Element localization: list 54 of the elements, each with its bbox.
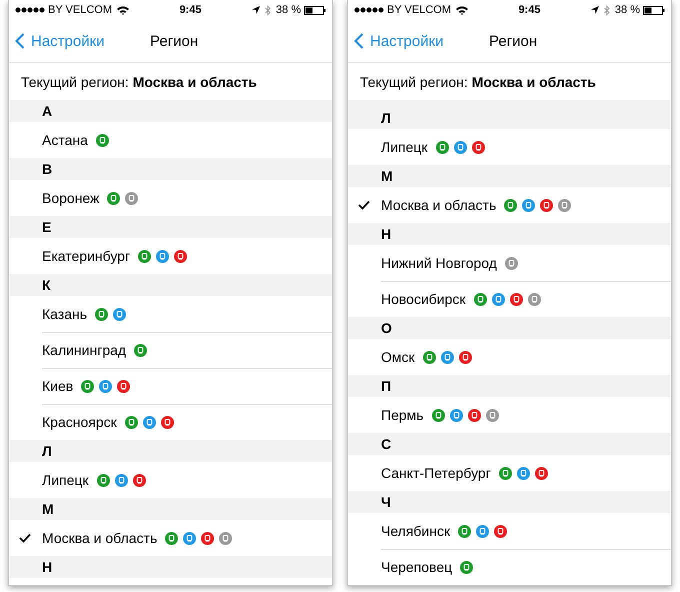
current-region-text: Текущий регион: Москва и область [21, 74, 257, 90]
section-header: Ч [348, 491, 671, 513]
location-arrow-icon [252, 6, 260, 14]
region-row[interactable]: Новосибирск [348, 281, 671, 317]
section-header: С [348, 433, 671, 455]
region-row[interactable]: Челябинск [348, 513, 671, 549]
region-row[interactable]: Воронеж [9, 180, 332, 216]
region-row[interactable]: Череповец [348, 549, 671, 585]
region-row[interactable]: Казань [9, 296, 332, 332]
region-row[interactable]: Москва и область [9, 520, 332, 556]
region-row[interactable]: Красноярск [9, 404, 332, 440]
section-header: О [348, 317, 671, 339]
section-header: Л [348, 107, 671, 129]
wifi-icon [117, 6, 129, 14]
section-header: Е [9, 216, 332, 238]
region-row[interactable]: Астана [9, 122, 332, 158]
signal-icon [354, 7, 384, 13]
region-row[interactable]: Пермь [348, 397, 671, 433]
section-header: Н [9, 556, 332, 578]
battery-icon [642, 6, 665, 14]
region-row[interactable]: Липецк [348, 129, 671, 165]
bluetooth-icon [264, 4, 271, 16]
location-arrow-icon [590, 6, 599, 14]
screen-title: Регион [150, 32, 198, 50]
screen-title: Регион [489, 32, 538, 50]
region-row[interactable]: Екатеринбург [9, 238, 332, 274]
carrier-name: BY VELCOM [48, 4, 112, 16]
section-header: М [348, 165, 671, 187]
section-header: А [9, 100, 332, 122]
clock-time: 9:45 [518, 4, 540, 16]
section-header: Н [348, 223, 671, 245]
section-header: В [9, 158, 332, 180]
region-row[interactable]: Омск [348, 339, 671, 375]
battery-percent: 38 % [276, 4, 301, 16]
battery-percent: 38 % [614, 4, 640, 16]
bluetooth-icon [604, 4, 610, 16]
region-row[interactable]: Липецк [9, 462, 332, 498]
region-row[interactable]: Москва и область [348, 187, 671, 223]
back-chevron-icon [15, 33, 25, 49]
current-region-text: Текущий регион: Москва и область [360, 74, 596, 90]
region-row[interactable]: Калининград [9, 332, 332, 368]
section-header: М [9, 498, 332, 520]
region-row[interactable]: Санкт-Петербург [348, 455, 671, 491]
clock-time: 9:45 [179, 4, 202, 16]
wifi-icon [456, 6, 468, 14]
section-header: П [348, 375, 671, 397]
signal-icon [15, 7, 45, 13]
battery-icon [304, 6, 326, 14]
section-header: К [9, 274, 332, 296]
back-chevron-icon [354, 33, 364, 49]
section-header: Л [9, 440, 332, 462]
carrier-name: BY VELCOM [387, 4, 451, 16]
region-row[interactable]: Нижний Новгород [348, 245, 671, 281]
region-row[interactable]: Киев [9, 368, 332, 404]
